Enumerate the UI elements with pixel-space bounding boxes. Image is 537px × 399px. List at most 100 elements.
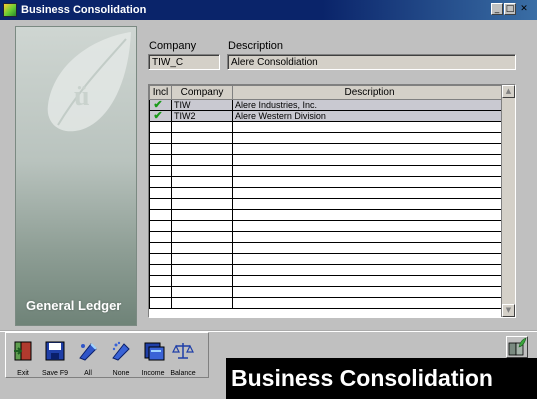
empty-cell[interactable] <box>171 253 233 265</box>
table-row[interactable] <box>149 121 507 133</box>
empty-cell[interactable] <box>149 231 172 243</box>
table-row[interactable] <box>149 231 507 243</box>
column-header-company[interactable]: Company <box>171 85 233 100</box>
empty-cell[interactable] <box>149 143 172 155</box>
table-row[interactable]: ✔ TIW2 Alere Western Division <box>149 110 507 122</box>
checkmark-icon: ✔ <box>153 110 163 122</box>
empty-cell[interactable] <box>149 242 172 254</box>
empty-cell[interactable] <box>149 275 172 287</box>
empty-cell[interactable] <box>232 176 507 188</box>
save-button[interactable] <box>44 340 66 362</box>
table-row[interactable] <box>149 264 507 276</box>
empty-cell[interactable] <box>171 264 233 276</box>
balance-button[interactable] <box>172 340 194 362</box>
empty-cell[interactable] <box>232 220 507 232</box>
leaf-logo-icon: ü <box>47 32 131 132</box>
empty-cell[interactable] <box>232 198 507 210</box>
empty-cell[interactable] <box>149 165 172 177</box>
empty-cell[interactable] <box>232 264 507 276</box>
table-row[interactable] <box>149 275 507 287</box>
table-row[interactable]: ✔ TIW Alere Industries, Inc. <box>149 99 507 111</box>
empty-cell[interactable] <box>171 275 233 287</box>
table-row[interactable] <box>149 242 507 254</box>
empty-cell[interactable] <box>171 121 233 133</box>
empty-cell[interactable] <box>149 264 172 276</box>
description-field[interactable]: Alere Consoldiation <box>227 54 516 70</box>
empty-cell[interactable] <box>171 132 233 144</box>
table-row[interactable] <box>149 220 507 232</box>
table-row[interactable] <box>149 253 507 265</box>
vertical-scrollbar[interactable]: ▲ ▼ <box>501 85 515 317</box>
empty-cell[interactable] <box>232 275 507 287</box>
table-row[interactable] <box>149 286 507 298</box>
empty-cell[interactable] <box>171 176 233 188</box>
table-row[interactable] <box>149 187 507 199</box>
empty-cell[interactable] <box>171 187 233 199</box>
table-row[interactable] <box>149 297 507 309</box>
book-leaf-icon <box>508 337 527 356</box>
empty-cell[interactable] <box>232 143 507 155</box>
empty-cell[interactable] <box>232 132 507 144</box>
exit-button[interactable] <box>12 340 34 362</box>
empty-cell[interactable] <box>171 198 233 210</box>
empty-cell[interactable] <box>171 286 233 298</box>
select-none-button[interactable] <box>110 340 132 362</box>
empty-cell[interactable] <box>149 297 172 309</box>
empty-cell[interactable] <box>232 121 507 133</box>
empty-cell[interactable] <box>171 231 233 243</box>
select-all-icon <box>79 343 97 361</box>
empty-cell[interactable] <box>149 176 172 188</box>
table-row[interactable] <box>149 198 507 210</box>
company-field[interactable]: TIW_C <box>148 54 220 70</box>
empty-cell[interactable] <box>149 253 172 265</box>
table-row[interactable] <box>149 132 507 144</box>
incl-cell[interactable]: ✔ <box>149 110 172 122</box>
column-header-incl[interactable]: Incl <box>149 85 172 100</box>
empty-cell[interactable] <box>171 220 233 232</box>
empty-cell[interactable] <box>149 198 172 210</box>
empty-cell[interactable] <box>149 154 172 166</box>
empty-cell[interactable] <box>149 209 172 221</box>
table-row[interactable] <box>149 176 507 188</box>
help-button[interactable] <box>506 336 528 358</box>
minimize-button[interactable]: _ <box>491 3 503 15</box>
empty-cell[interactable] <box>232 231 507 243</box>
empty-cell[interactable] <box>232 187 507 199</box>
app-icon <box>3 3 17 17</box>
empty-cell[interactable] <box>171 154 233 166</box>
empty-cell[interactable] <box>171 209 233 221</box>
scroll-up-button[interactable]: ▲ <box>502 85 515 98</box>
company-cell[interactable]: TIW <box>171 99 233 111</box>
empty-cell[interactable] <box>171 242 233 254</box>
empty-cell[interactable] <box>149 286 172 298</box>
incl-cell[interactable]: ✔ <box>149 99 172 111</box>
empty-cell[interactable] <box>171 297 233 309</box>
description-cell[interactable]: Alere Industries, Inc. <box>232 99 507 111</box>
description-cell[interactable]: Alere Western Division <box>232 110 507 122</box>
empty-cell[interactable] <box>232 154 507 166</box>
empty-cell[interactable] <box>232 209 507 221</box>
table-row[interactable] <box>149 154 507 166</box>
empty-cell[interactable] <box>149 132 172 144</box>
svg-text:ü: ü <box>74 81 90 112</box>
scroll-down-button[interactable]: ▼ <box>502 304 515 317</box>
table-row[interactable] <box>149 209 507 221</box>
empty-cell[interactable] <box>232 297 507 309</box>
close-button[interactable]: ✕ <box>518 3 530 15</box>
empty-cell[interactable] <box>232 253 507 265</box>
income-button[interactable] <box>143 340 165 362</box>
select-all-button[interactable] <box>77 340 99 362</box>
column-header-description[interactable]: Description <box>232 85 507 100</box>
table-row[interactable] <box>149 143 507 155</box>
empty-cell[interactable] <box>149 187 172 199</box>
empty-cell[interactable] <box>149 121 172 133</box>
empty-cell[interactable] <box>232 242 507 254</box>
table-row[interactable] <box>149 165 507 177</box>
company-cell[interactable]: TIW2 <box>171 110 233 122</box>
empty-cell[interactable] <box>171 143 233 155</box>
empty-cell[interactable] <box>232 286 507 298</box>
empty-cell[interactable] <box>171 165 233 177</box>
empty-cell[interactable] <box>149 220 172 232</box>
empty-cell[interactable] <box>232 165 507 177</box>
maximize-button[interactable]: □ <box>504 3 516 15</box>
